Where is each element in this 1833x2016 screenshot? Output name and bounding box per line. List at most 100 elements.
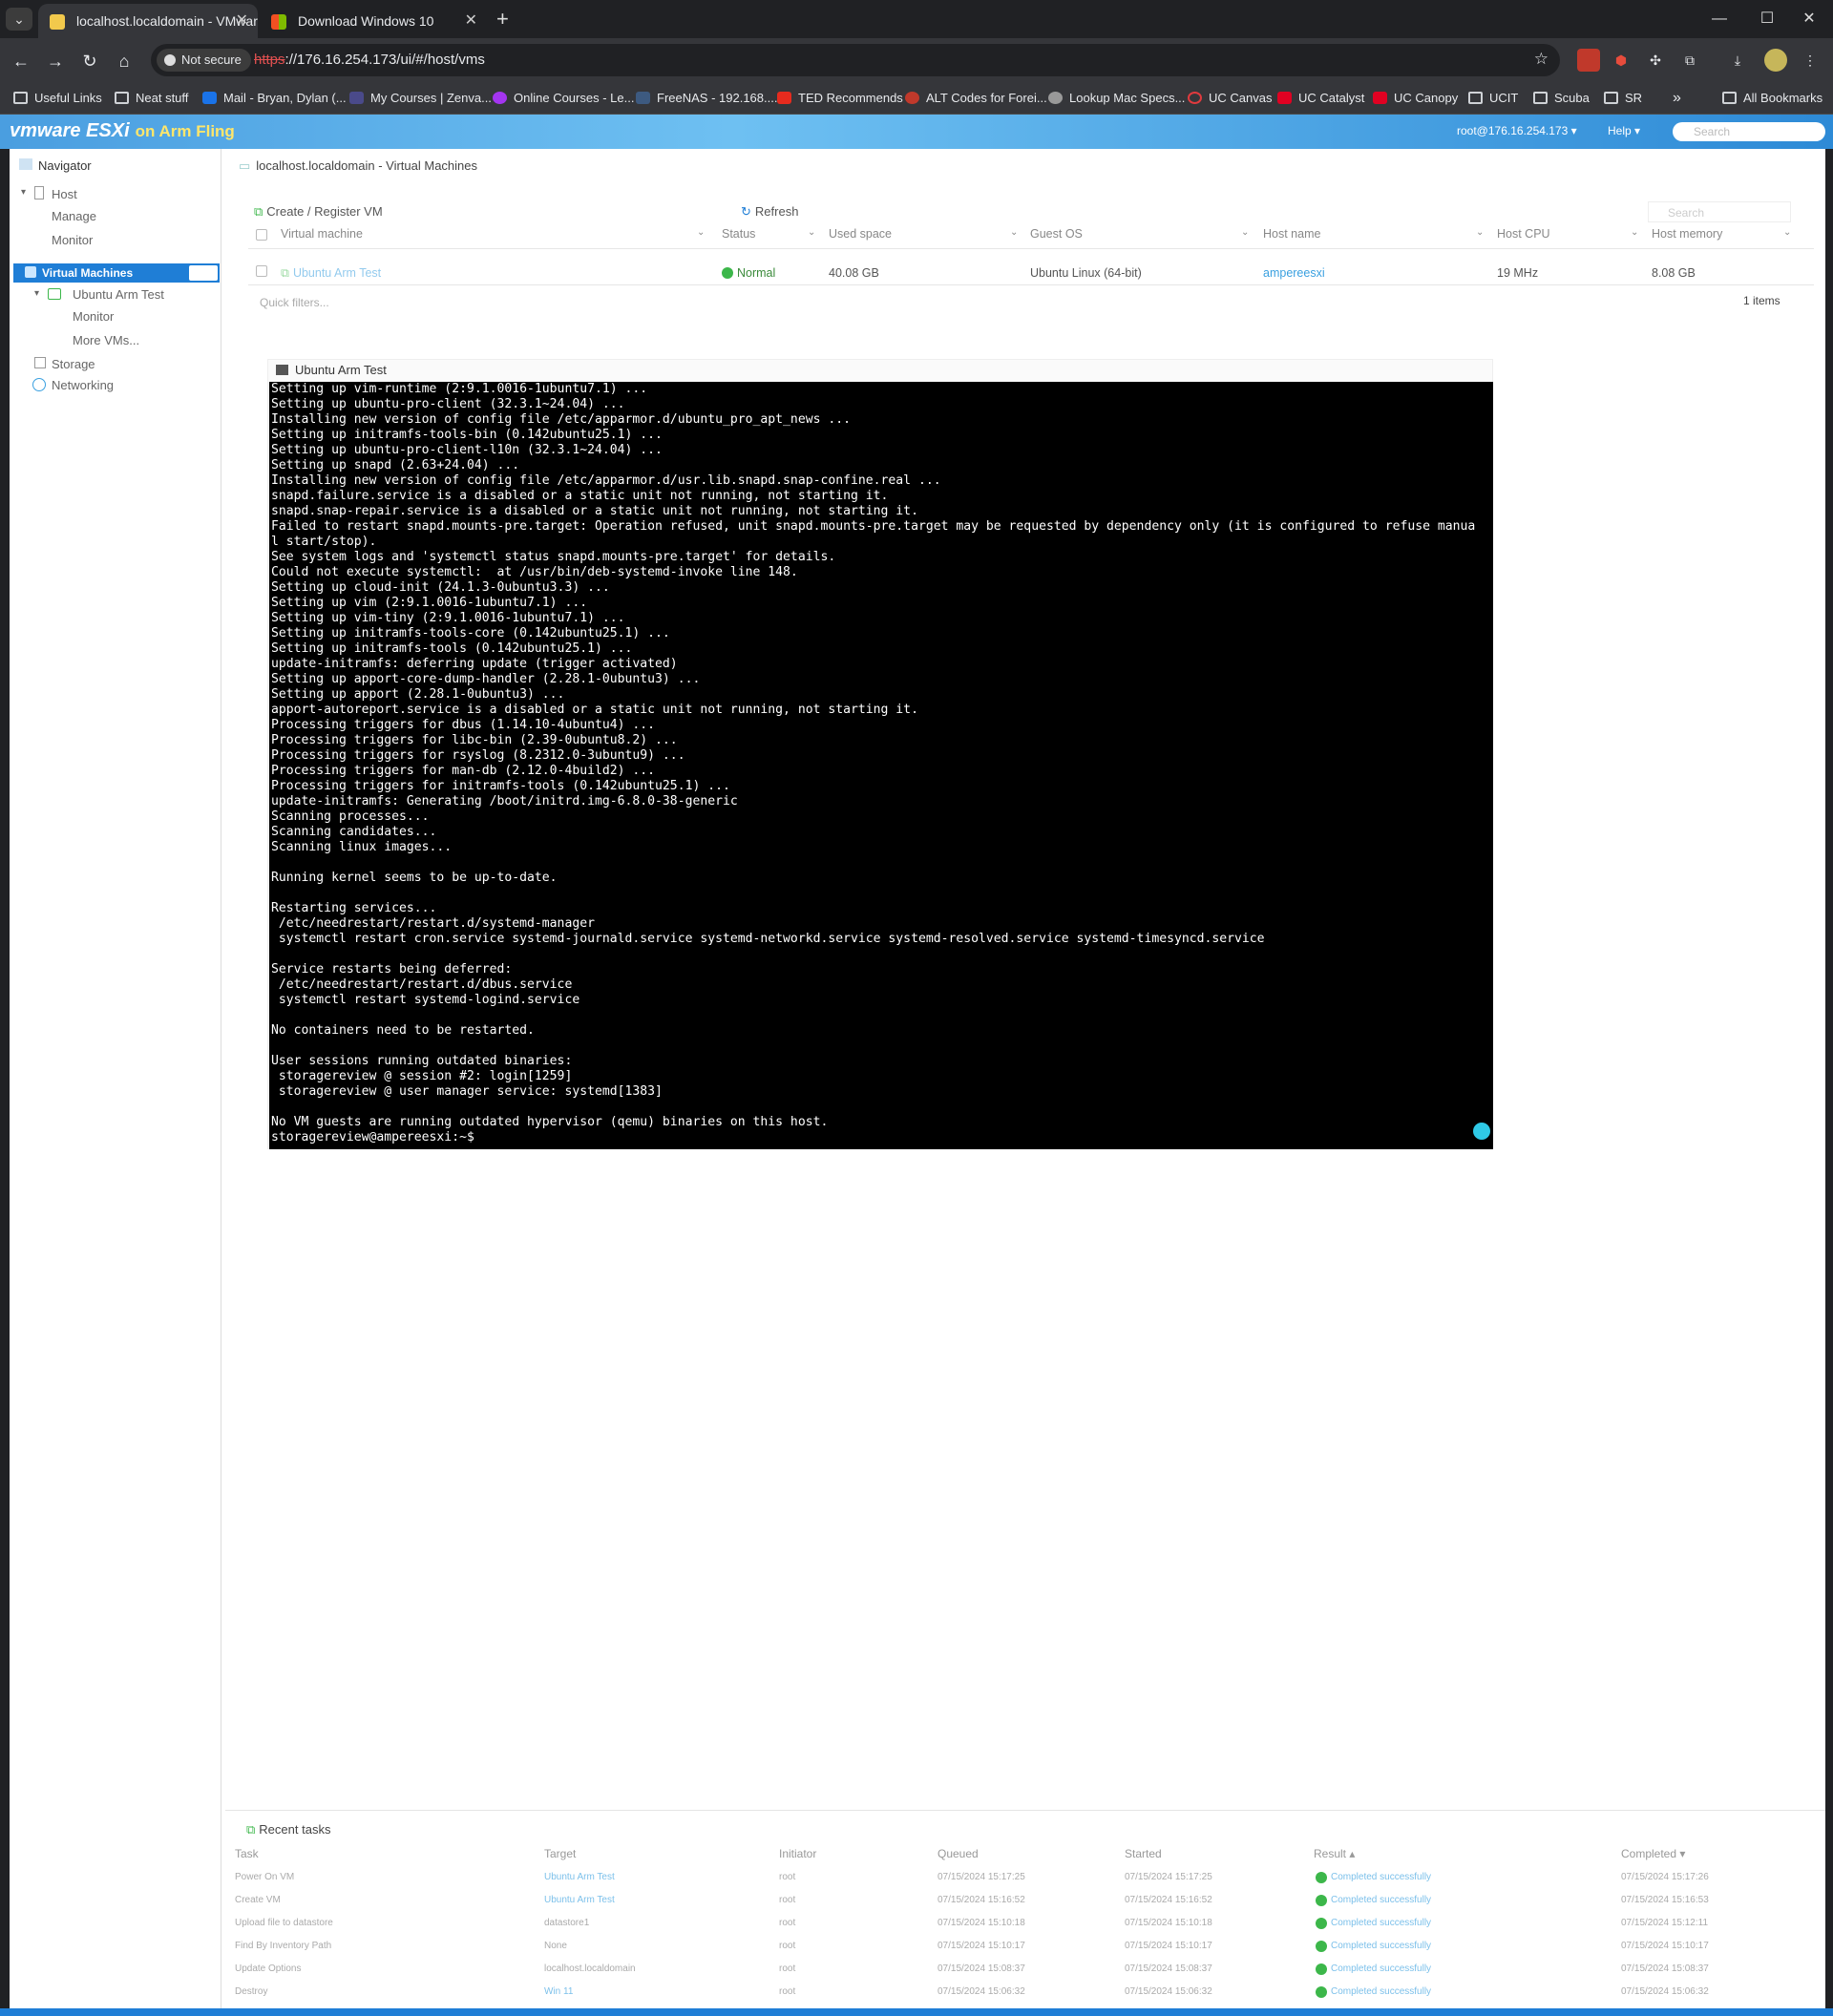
- vm-name-link[interactable]: ⧉ Ubuntu Arm Test: [281, 266, 381, 281]
- bookmark-link[interactable]: My Courses | Zenva...: [349, 82, 492, 115]
- bookmark-link[interactable]: ALT Codes for Forei...: [905, 82, 1047, 115]
- task-result[interactable]: Completed successfully: [1331, 1964, 1431, 1974]
- bookmark-link[interactable]: UC Canopy: [1373, 82, 1458, 115]
- sort-chevron-icon[interactable]: ⌄: [1631, 227, 1638, 238]
- url-text[interactable]: https://176.16.254.173/ui/#/host/vms: [254, 44, 485, 76]
- bookmark-link[interactable]: FreeNAS - 192.168....: [636, 82, 777, 115]
- terminal-screen[interactable]: Setting up vim-runtime (2:9.1.0016-1ubun…: [269, 382, 1493, 1149]
- all-bookmarks-folder[interactable]: All Bookmarks: [1722, 82, 1822, 115]
- sort-chevron-icon[interactable]: ⌄: [1010, 227, 1018, 238]
- nav-vm-ubuntu-arm-test[interactable]: Ubuntu Arm Test: [73, 287, 164, 302]
- console-activity-icon[interactable]: [1473, 1123, 1490, 1140]
- row-checkbox[interactable]: [256, 265, 267, 277]
- close-tab-icon[interactable]: ✕: [465, 4, 477, 38]
- tab-search-button[interactable]: ⌄: [6, 8, 32, 31]
- quick-filters[interactable]: Quick filters...: [260, 296, 329, 309]
- task-target[interactable]: Ubuntu Arm Test: [544, 1895, 615, 1905]
- col-task[interactable]: Task: [235, 1847, 259, 1860]
- bookmark-star-icon[interactable]: ☆: [1534, 50, 1549, 69]
- nav-more-vms[interactable]: More VMs...: [73, 333, 139, 347]
- bookmark-folder[interactable]: Useful Links: [13, 82, 102, 115]
- task-result[interactable]: Completed successfully: [1331, 1986, 1431, 1997]
- close-window-icon[interactable]: ✕: [1785, 0, 1833, 38]
- expand-host-icon[interactable]: ▾: [21, 187, 26, 198]
- nav-host[interactable]: Host: [52, 187, 77, 201]
- task-target[interactable]: datastore1: [544, 1918, 589, 1928]
- extension-icon[interactable]: [1577, 49, 1600, 72]
- sort-chevron-icon[interactable]: ⌄: [1241, 227, 1249, 238]
- col-queued[interactable]: Queued: [938, 1847, 979, 1860]
- address-bar[interactable]: Not secure https://176.16.254.173/ui/#/h…: [151, 44, 1560, 76]
- col-guest-os[interactable]: Guest OS: [1030, 227, 1083, 241]
- col-completed[interactable]: Completed ▾: [1621, 1847, 1685, 1860]
- close-tab-icon[interactable]: ✕: [236, 4, 248, 38]
- bookmark-link[interactable]: Lookup Mac Specs...: [1048, 82, 1185, 115]
- help-menu[interactable]: Help ▾: [1608, 124, 1640, 137]
- col-started[interactable]: Started: [1125, 1847, 1162, 1860]
- sort-chevron-icon[interactable]: ⌄: [1476, 227, 1484, 238]
- more-bookmarks-icon[interactable]: »: [1673, 82, 1681, 115]
- nav-monitor[interactable]: Monitor: [52, 233, 93, 247]
- bookmark-link[interactable]: Mail - Bryan, Dylan (...: [202, 82, 347, 115]
- new-tab-button[interactable]: +: [496, 6, 509, 32]
- user-menu[interactable]: root@176.16.254.173 ▾: [1457, 124, 1577, 137]
- sort-chevron-icon[interactable]: ⌄: [1783, 227, 1791, 238]
- sort-chevron-icon[interactable]: ⌄: [808, 227, 815, 238]
- vm-host-name-link[interactable]: ampereesxi: [1263, 266, 1325, 280]
- bookmark-folder[interactable]: Scuba: [1533, 82, 1590, 115]
- vm-console-window[interactable]: Ubuntu Arm Test Setting up vim-runtime (…: [267, 359, 1493, 1149]
- bookmark-folder[interactable]: Neat stuff: [115, 82, 188, 115]
- task-target[interactable]: Ubuntu Arm Test: [544, 1872, 615, 1882]
- nav-networking[interactable]: Networking: [52, 378, 114, 392]
- reload-icon[interactable]: ↻: [76, 48, 103, 74]
- minimize-icon[interactable]: —: [1696, 0, 1743, 38]
- col-virtual-machine[interactable]: Virtual machine: [281, 227, 363, 241]
- back-icon[interactable]: ←: [8, 48, 34, 74]
- select-all-checkbox[interactable]: [256, 229, 267, 241]
- col-target[interactable]: Target: [544, 1847, 576, 1860]
- nav-storage[interactable]: Storage: [52, 357, 95, 371]
- col-host-cpu[interactable]: Host CPU: [1497, 227, 1550, 241]
- col-result[interactable]: Result ▴: [1314, 1847, 1355, 1860]
- console-title-bar[interactable]: Ubuntu Arm Test: [268, 360, 1492, 381]
- task-target[interactable]: None: [544, 1941, 567, 1951]
- bookmark-link[interactable]: TED Recommends: [777, 82, 903, 115]
- header-search-input[interactable]: Search: [1673, 122, 1825, 141]
- tab-download-windows[interactable]: Download Windows 10 ✕: [260, 4, 487, 38]
- download-icon[interactable]: ⤓: [1726, 49, 1749, 72]
- nav-manage[interactable]: Manage: [52, 209, 96, 223]
- home-icon[interactable]: ⌂: [111, 48, 137, 74]
- bookmark-folder[interactable]: UCIT: [1468, 82, 1518, 115]
- menu-icon[interactable]: ⋮: [1799, 49, 1822, 72]
- refresh-button[interactable]: ↻ Refresh: [741, 204, 798, 220]
- sort-chevron-icon[interactable]: ⌄: [697, 227, 705, 238]
- nav-vm-monitor[interactable]: Monitor: [73, 309, 114, 324]
- extensions-icon[interactable]: ⧉: [1678, 49, 1701, 72]
- bookmark-folder[interactable]: SR: [1604, 82, 1642, 115]
- col-used-space[interactable]: Used space: [829, 227, 892, 241]
- not-secure-badge[interactable]: Not secure: [157, 49, 251, 72]
- nav-virtual-machines[interactable]: Virtual Machines: [13, 263, 220, 283]
- expand-vm-icon[interactable]: ▾: [34, 288, 39, 299]
- bookmark-link[interactable]: UC Canvas: [1188, 82, 1272, 115]
- task-result[interactable]: Completed successfully: [1331, 1918, 1431, 1928]
- create-register-vm-button[interactable]: ⧉ Create / Register VM: [254, 204, 383, 220]
- forward-icon[interactable]: →: [42, 48, 69, 74]
- col-initiator[interactable]: Initiator: [779, 1847, 816, 1860]
- adblock-icon[interactable]: ⬢: [1610, 49, 1633, 72]
- col-host-memory[interactable]: Host memory: [1652, 227, 1722, 241]
- maximize-icon[interactable]: ☐: [1743, 0, 1791, 38]
- task-result[interactable]: Completed successfully: [1331, 1941, 1431, 1951]
- bookmark-link[interactable]: Online Courses - Le...: [493, 82, 634, 115]
- task-result[interactable]: Completed successfully: [1331, 1895, 1431, 1905]
- profile-avatar[interactable]: [1764, 49, 1787, 72]
- col-status[interactable]: Status: [722, 227, 755, 241]
- bookmark-link[interactable]: UC Catalyst: [1277, 82, 1364, 115]
- extension-puzzle-icon[interactable]: ✣: [1644, 49, 1667, 72]
- task-target[interactable]: Win 11: [544, 1986, 573, 1997]
- col-host-name[interactable]: Host name: [1263, 227, 1320, 241]
- task-target[interactable]: localhost.localdomain: [544, 1964, 636, 1974]
- task-result[interactable]: Completed successfully: [1331, 1872, 1431, 1882]
- tab-esxi[interactable]: localhost.localdomain - VMware ✕: [38, 4, 258, 38]
- vm-search-input[interactable]: Search: [1648, 201, 1791, 222]
